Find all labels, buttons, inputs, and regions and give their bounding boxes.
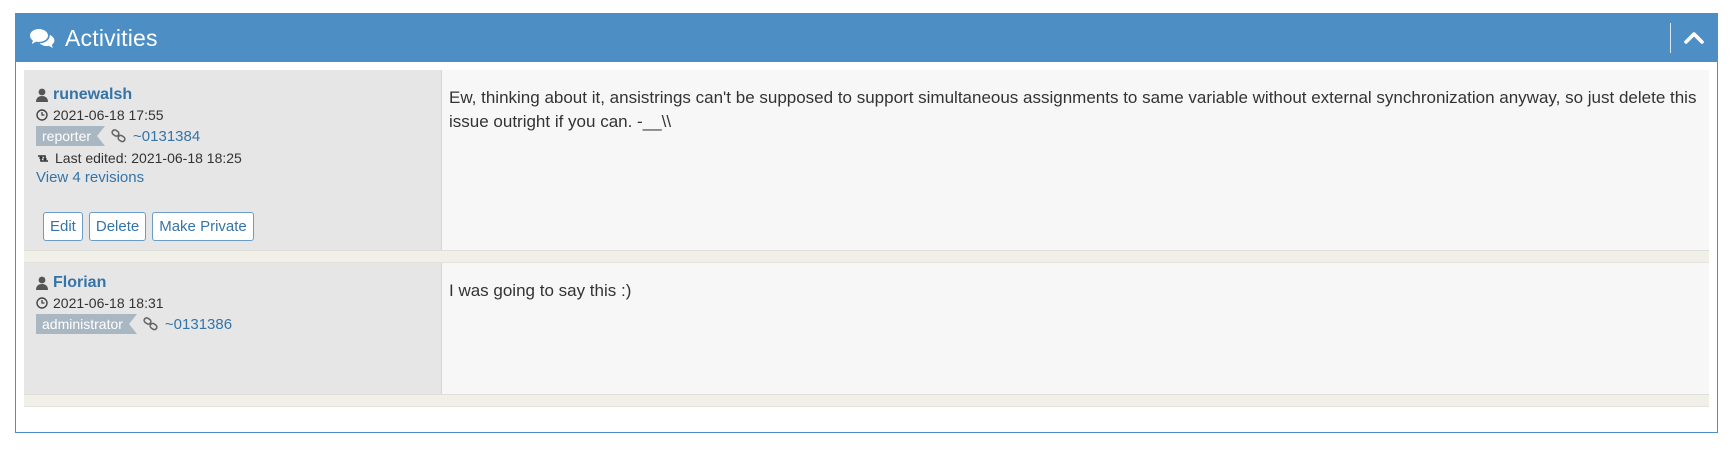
retweet-icon xyxy=(38,154,48,162)
note-permalink[interactable]: ~0131386 xyxy=(165,316,232,333)
notes-list: runewalsh 2021-06-18 17:55 reporter ~013… xyxy=(16,62,1717,407)
user-icon xyxy=(36,88,48,102)
note-timestamp: 2021-06-18 18:31 xyxy=(53,295,164,311)
list-item: runewalsh 2021-06-18 17:55 reporter ~013… xyxy=(24,70,1709,250)
make-private-button[interactable]: Make Private xyxy=(152,212,254,241)
note-separator xyxy=(24,394,1709,407)
note-meta: runewalsh 2021-06-18 17:55 reporter ~013… xyxy=(24,70,442,250)
panel-header: Activities xyxy=(16,14,1717,62)
note-timestamp: 2021-06-18 17:55 xyxy=(53,107,164,123)
role-badge: administrator xyxy=(36,314,137,334)
view-revisions-link[interactable]: View 4 revisions xyxy=(36,169,144,186)
note-permalink[interactable]: ~0131384 xyxy=(133,128,200,145)
activities-panel: Activities runewalsh 2021-06-18 17:55 re… xyxy=(15,13,1718,433)
role-badge: reporter xyxy=(36,126,106,146)
delete-button[interactable]: Delete xyxy=(88,212,147,241)
clock-icon xyxy=(36,297,48,309)
note-meta: Florian 2021-06-18 18:31 administrator ~… xyxy=(24,263,442,394)
note-text: I was going to say this :) xyxy=(442,263,1709,394)
list-item: Florian 2021-06-18 18:31 administrator ~… xyxy=(24,263,1709,394)
edit-button[interactable]: Edit xyxy=(43,212,83,241)
note-separator xyxy=(24,250,1709,263)
comments-icon xyxy=(29,27,55,49)
chevron-up-icon xyxy=(1684,32,1704,44)
user-icon xyxy=(36,276,48,290)
collapse-button[interactable] xyxy=(1670,23,1717,53)
clock-icon xyxy=(36,109,48,121)
panel-title: Activities xyxy=(65,24,158,51)
author-link[interactable]: Florian xyxy=(53,274,106,292)
author-link[interactable]: runewalsh xyxy=(53,86,132,104)
link-icon xyxy=(143,317,158,331)
last-edited: Last edited: 2021-06-18 18:25 xyxy=(55,150,242,166)
note-text: Ew, thinking about it, ansistrings can't… xyxy=(442,70,1709,250)
link-icon xyxy=(111,129,126,143)
